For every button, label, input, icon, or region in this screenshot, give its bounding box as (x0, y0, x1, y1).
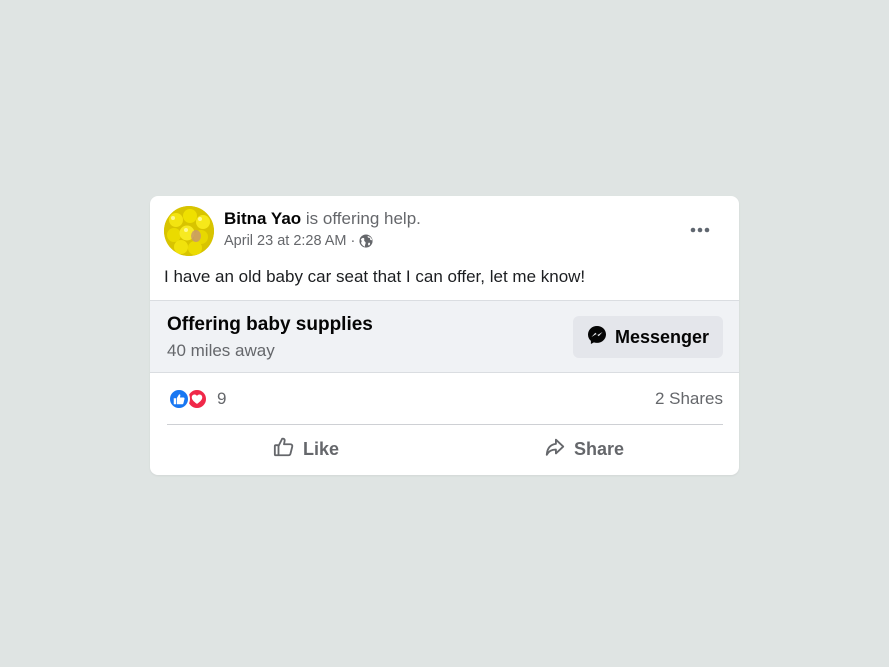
post-timestamp[interactable]: April 23 at 2:28 AM (224, 233, 347, 249)
avatar[interactable] (164, 206, 214, 256)
messenger-icon (587, 325, 607, 350)
thumbs-up-icon (273, 436, 295, 463)
author-line: Bitna Yao is offering help. (224, 209, 421, 229)
avatar-image (164, 206, 214, 256)
author-action: is offering help. (305, 209, 421, 228)
post-body-text: I have an old baby car seat that I can o… (164, 267, 586, 286)
globe-icon (359, 234, 373, 248)
post-actions: Like Share (167, 431, 723, 467)
post-card: Bitna Yao is offering help. April 23 at … (150, 196, 739, 475)
help-offer-panel: Offering baby supplies 40 miles away Mes… (150, 300, 739, 373)
reactions-summary[interactable]: 9 (168, 386, 226, 412)
post-stats: 9 2 Shares (168, 386, 723, 412)
more-options-button[interactable] (685, 220, 715, 240)
meta-separator: · (350, 233, 356, 249)
shares-count[interactable]: 2 Shares (655, 389, 723, 409)
like-button-label: Like (302, 438, 340, 459)
messenger-button[interactable]: Messenger (573, 316, 723, 358)
help-distance: 40 miles away (167, 341, 275, 360)
post-header: Bitna Yao is offering help. April 23 at … (164, 206, 725, 258)
post-meta: April 23 at 2:28 AM · (224, 233, 373, 249)
author-name[interactable]: Bitna Yao (224, 209, 301, 228)
actions-divider (167, 424, 723, 425)
reaction-count: 9 (217, 389, 227, 408)
like-reaction-icon (168, 388, 190, 410)
share-arrow-icon (544, 436, 566, 463)
help-title: Offering baby supplies (167, 314, 373, 335)
share-button[interactable]: Share (445, 431, 723, 467)
like-button[interactable]: Like (167, 431, 445, 467)
messenger-button-label: Messenger (614, 326, 710, 347)
share-button-label: Share (573, 438, 625, 459)
more-options-icon (690, 227, 710, 233)
